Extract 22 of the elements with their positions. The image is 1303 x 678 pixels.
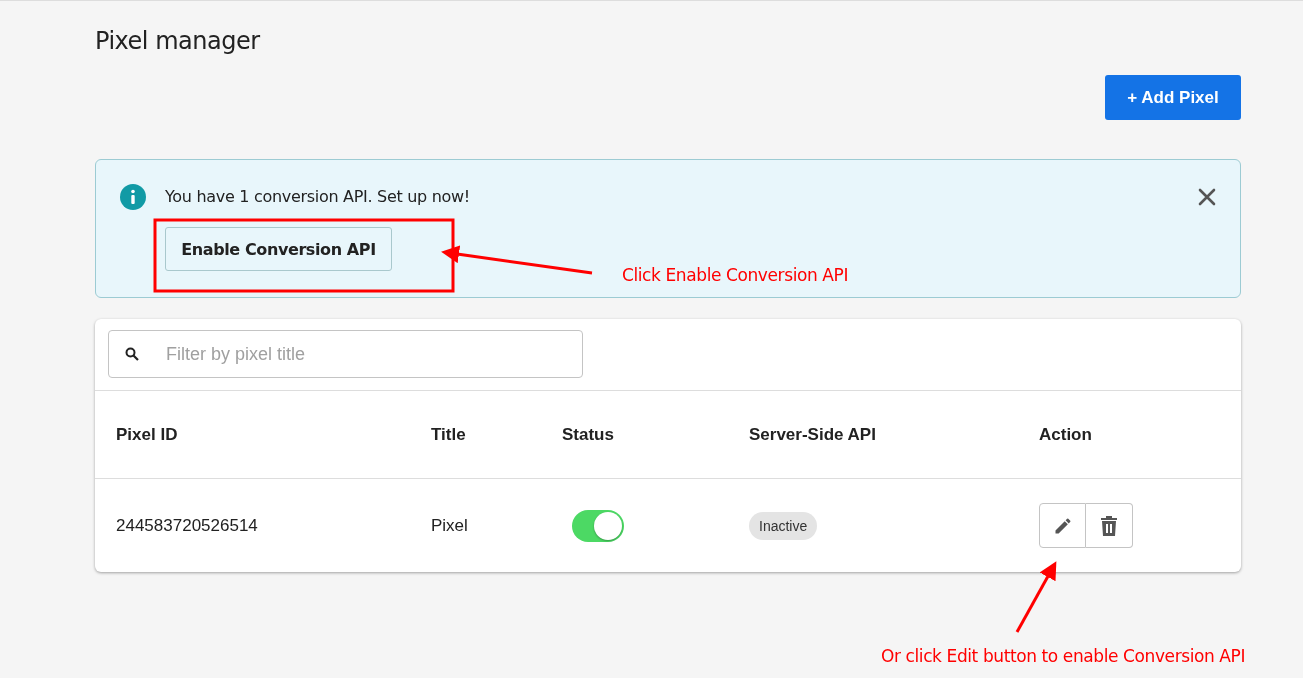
edit-button[interactable] xyxy=(1039,503,1086,548)
column-header: Action xyxy=(1039,424,1093,445)
column-header: Pixel ID xyxy=(116,424,179,445)
delete-button[interactable] xyxy=(1086,503,1133,548)
info-icon xyxy=(120,184,146,210)
server-side-api-status: Inactive xyxy=(749,511,818,540)
column-header: Status xyxy=(562,424,615,445)
pointer-arrow xyxy=(1015,561,1057,633)
column-header: Server-Side API xyxy=(749,424,877,445)
column-header: Title xyxy=(431,424,467,445)
pixel-id-cell-text: 244583720526514 xyxy=(116,515,259,536)
status-toggle[interactable] xyxy=(572,509,624,542)
annotation-text: Click Enable Conversion API xyxy=(622,265,849,285)
search-field[interactable]: Filter by pixel title xyxy=(108,330,583,378)
trash-icon xyxy=(1100,515,1118,536)
banner-message: You have 1 conversion API. Set up now! xyxy=(165,187,471,206)
add-pixel-button[interactable]: + Add Pixel xyxy=(1105,75,1241,120)
annotation-text: Or click Edit button to enable Conversion API xyxy=(881,646,1246,666)
search-icon xyxy=(125,347,139,361)
title-cell-text: Pixel xyxy=(431,515,469,536)
page-title: Pixel manager xyxy=(95,27,261,55)
enable-conversion-api-button[interactable]: Enable Conversion API xyxy=(165,227,392,271)
